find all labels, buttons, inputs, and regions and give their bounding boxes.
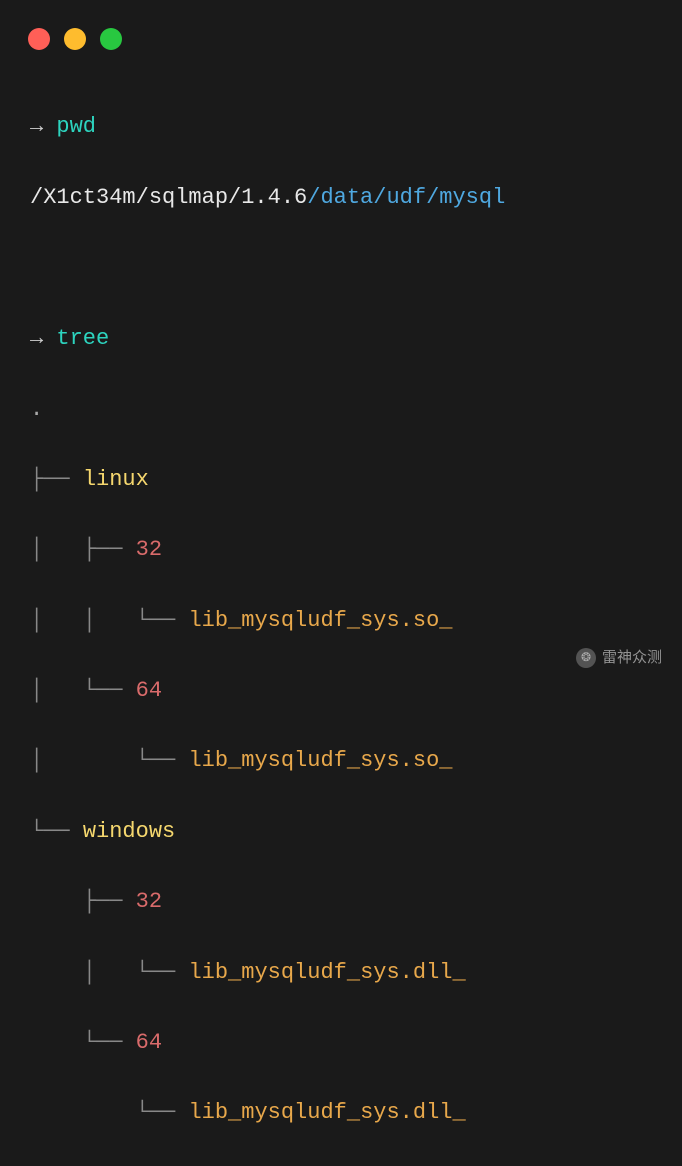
file-so: lib_mysqludf_sys.so_ (188, 748, 452, 773)
tree-row: ├── linux (30, 462, 652, 497)
pwd-output: /X1ct34m/sqlmap/1.4.6/data/udf/mysql (30, 180, 652, 215)
path-tail: /data/udf/mysql (307, 185, 505, 210)
arch-64: 64 (136, 1030, 162, 1055)
command-pwd: pwd (56, 114, 96, 139)
prompt-arrow: → (30, 326, 43, 351)
watermark: ❂ 雷神众测 (576, 646, 662, 670)
tree-row: │ └── lib_mysqludf_sys.dll_ (30, 955, 652, 990)
dir-windows: windows (83, 819, 175, 844)
path-base: /X1ct34m/sqlmap/1.4.6 (30, 185, 307, 210)
tree-row: └── windows (30, 814, 652, 849)
arch-32: 32 (136, 889, 162, 914)
arch-64: 64 (136, 678, 162, 703)
tree-row: └── 64 (30, 1025, 652, 1060)
tree-row: │ │ └── lib_mysqludf_sys.so_ (30, 603, 652, 638)
arch-32: 32 (136, 537, 162, 562)
file-dll: lib_mysqludf_sys.dll_ (188, 960, 465, 985)
tree-row: ├── 32 (30, 884, 652, 919)
maximize-icon[interactable] (100, 28, 122, 50)
prompt-line-2: → tree (30, 321, 652, 356)
tree-row: │ └── lib_mysqludf_sys.so_ (30, 743, 652, 778)
file-so: lib_mysqludf_sys.so_ (188, 608, 452, 633)
tree-row: │ ├── 32 (30, 532, 652, 567)
prompt-line-1: → pwd (30, 109, 652, 144)
command-tree: tree (56, 326, 109, 351)
tree-row: └── lib_mysqludf_sys.dll_ (30, 1095, 652, 1130)
wechat-icon: ❂ (576, 648, 596, 668)
prompt-arrow: → (30, 114, 43, 139)
close-icon[interactable] (28, 28, 50, 50)
tree-root: . (30, 392, 652, 427)
terminal-output: → pwd /X1ct34m/sqlmap/1.4.6/data/udf/mys… (0, 50, 682, 1166)
file-dll: lib_mysqludf_sys.dll_ (188, 1100, 465, 1125)
watermark-text: 雷神众测 (602, 646, 662, 670)
minimize-icon[interactable] (64, 28, 86, 50)
tree-row: │ └── 64 (30, 673, 652, 708)
window-titlebar (0, 0, 682, 50)
dir-linux: linux (83, 467, 149, 492)
